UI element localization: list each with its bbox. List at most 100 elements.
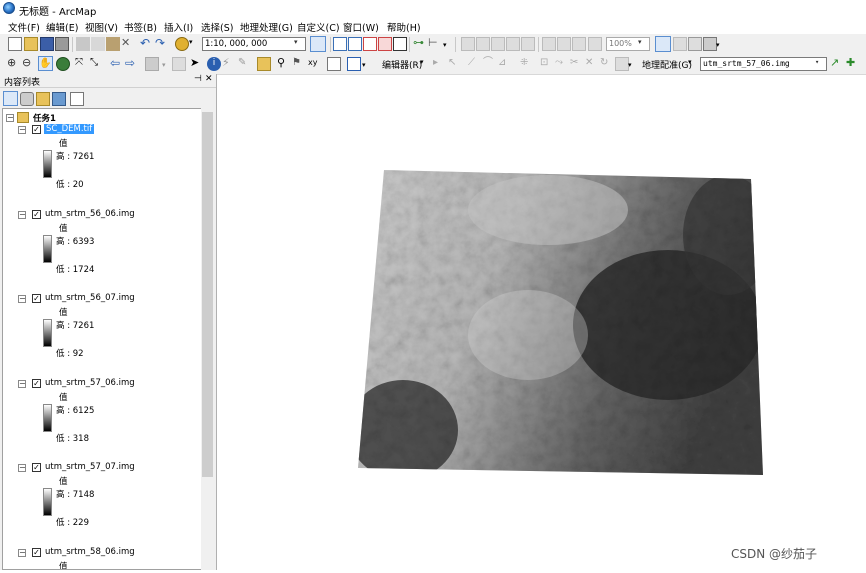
collapse-icon[interactable]: − — [18, 380, 26, 388]
layer-name[interactable]: SC_DEM.tif — [44, 124, 95, 134]
point-icon[interactable]: ⁜ — [520, 57, 534, 71]
layer-name[interactable]: utm_srtm_57_07.img — [45, 462, 135, 472]
layer-visibility-checkbox[interactable]: ✓ — [32, 294, 41, 303]
html-popup-icon[interactable]: ✎ — [238, 57, 252, 71]
collapse-icon[interactable]: − — [18, 295, 26, 303]
arctoolbox-icon[interactable] — [378, 37, 392, 51]
end-point-arc-icon[interactable]: ⌒ — [483, 57, 497, 71]
measure-icon[interactable]: ⊢ — [428, 37, 442, 51]
map-scale-combobox[interactable]: 1:10, 000, 000 ▾ — [202, 37, 306, 51]
scrollbar-thumb[interactable] — [202, 112, 213, 477]
collapse-icon[interactable]: − — [18, 549, 26, 557]
edit-vertices-icon[interactable]: ⊡ — [540, 57, 554, 71]
menu-selection[interactable]: 选择(S) — [201, 20, 233, 34]
collapse-icon[interactable]: − — [18, 211, 26, 219]
menu-insert[interactable]: 插入(I) — [164, 20, 193, 34]
cut-icon[interactable] — [76, 37, 90, 51]
toolbar-options-icon[interactable]: ▾ — [362, 61, 368, 75]
layer-name[interactable]: utm_srtm_58_06.img — [45, 547, 135, 557]
layer-visibility-checkbox[interactable]: ✓ — [32, 463, 41, 472]
data-driven-pages-icon[interactable] — [703, 37, 717, 51]
menu-bookmarks[interactable]: 书签(B) — [124, 20, 157, 34]
map-view[interactable] — [218, 75, 866, 570]
open-time-slider-icon[interactable] — [327, 57, 341, 71]
list-by-visibility-icon[interactable] — [36, 92, 50, 106]
hyperlink-icon[interactable]: ⚡ — [222, 57, 236, 71]
toolbar-options-icon[interactable]: ▾ — [628, 61, 634, 75]
open-folder-icon[interactable] — [24, 37, 38, 51]
menu-window[interactable]: 窗口(W) — [343, 20, 379, 34]
full-extent-globe-icon[interactable] — [56, 57, 70, 71]
change-layout-icon[interactable] — [688, 37, 702, 51]
pin-icon[interactable]: ⊣ — [194, 74, 202, 84]
layout-fixed-zoom-out-icon[interactable] — [542, 37, 556, 51]
layout-full-page-icon[interactable] — [506, 37, 520, 51]
editor-menu[interactable]: 编辑器(R) — [382, 58, 422, 71]
undo-icon[interactable]: ↶ — [140, 37, 154, 51]
redo-icon[interactable]: ↷ — [155, 37, 169, 51]
toc-scrollbar[interactable] — [201, 108, 215, 570]
chevron-down-icon[interactable]: ▾ — [162, 61, 168, 75]
georeferencing-layer-combobox[interactable]: utm_srtm_57_06.img ▾ — [700, 57, 827, 71]
layer-visibility-checkbox[interactable]: ✓ — [32, 548, 41, 557]
measure-ruler-icon[interactable] — [257, 57, 271, 71]
layout-pan-icon[interactable] — [491, 37, 505, 51]
layout-zoom-whole-icon[interactable] — [588, 37, 602, 51]
model-builder-icon[interactable]: ⊶ — [413, 37, 427, 51]
copy-icon[interactable] — [91, 37, 105, 51]
print-icon[interactable] — [55, 37, 69, 51]
layout-back-extent-icon[interactable] — [557, 37, 571, 51]
edit-annotation-icon[interactable]: ↖ — [448, 57, 462, 71]
straight-segment-icon[interactable]: ⟋ — [468, 57, 482, 71]
toolbar-options-icon[interactable]: ▾ — [716, 41, 722, 55]
search-window-icon[interactable] — [363, 37, 377, 51]
forward-extent-icon[interactable]: ⇨ — [125, 57, 139, 71]
layout-forward-extent-icon[interactable] — [572, 37, 586, 51]
clear-selection-icon[interactable] — [172, 57, 186, 71]
layer-visibility-checkbox[interactable]: ✓ — [32, 210, 41, 219]
layout-fixed-zoom-in-icon[interactable] — [521, 37, 535, 51]
find-route-icon[interactable]: ⚑ — [292, 57, 306, 71]
layer-name[interactable]: utm_srtm_56_07.img — [45, 293, 135, 303]
collapse-icon[interactable]: − — [18, 126, 26, 134]
save-icon[interactable] — [40, 37, 54, 51]
menu-edit[interactable]: 编辑(E) — [46, 20, 78, 34]
go-to-xy-icon[interactable]: xy — [308, 57, 322, 71]
pan-hand-icon[interactable]: ✋ — [38, 56, 53, 71]
python-window-icon[interactable] — [393, 37, 407, 51]
zoom-out-icon[interactable]: ⊖ — [22, 57, 36, 71]
rotate-georef-icon[interactable]: ↗ — [830, 57, 844, 71]
cut-polygons-icon[interactable]: ✂ — [570, 57, 584, 71]
georeferencing-menu[interactable]: 地理配准(G) — [642, 58, 692, 71]
edit-tool-icon[interactable]: ▸ — [433, 57, 447, 71]
new-document-icon[interactable] — [8, 37, 22, 51]
catalog-icon[interactable] — [348, 37, 362, 51]
delete-icon[interactable]: ✕ — [121, 37, 135, 52]
fixed-zoom-in-icon[interactable]: ⤧ — [75, 57, 89, 71]
toolbar-options-icon[interactable]: ▾ — [443, 41, 449, 55]
create-viewer-window-icon[interactable] — [347, 57, 361, 71]
toc-options-icon[interactable] — [70, 92, 84, 106]
add-data-dropdown-icon[interactable]: ▾ — [189, 38, 197, 52]
layout-zoom-out-icon[interactable] — [476, 37, 490, 51]
layer-name[interactable]: utm_srtm_57_06.img — [45, 378, 135, 388]
menu-help[interactable]: 帮助(H) — [387, 20, 421, 34]
rotate-icon[interactable]: ↻ — [600, 57, 614, 71]
collapse-icon[interactable]: − — [18, 464, 26, 472]
select-features-icon[interactable] — [145, 57, 159, 71]
menu-view[interactable]: 视图(V) — [85, 20, 118, 34]
list-by-selection-icon[interactable] — [52, 92, 66, 106]
layer-visibility-checkbox[interactable]: ✓ — [32, 379, 41, 388]
select-elements-arrow-icon[interactable]: ➤ — [190, 57, 204, 71]
trace-icon[interactable]: ⊿ — [498, 57, 512, 71]
back-extent-icon[interactable]: ⇦ — [110, 57, 124, 71]
list-by-source-icon[interactable] — [20, 92, 34, 106]
paste-icon[interactable] — [106, 37, 120, 51]
add-data-icon[interactable] — [175, 37, 189, 51]
menu-customize[interactable]: 自定义(C) — [297, 20, 340, 34]
add-control-points-icon[interactable]: ✚ — [846, 57, 860, 71]
find-binoculars-icon[interactable]: ⚲ — [277, 57, 291, 71]
data-frame-name[interactable]: 任务1 — [33, 112, 56, 124]
collapse-icon[interactable]: − — [6, 114, 14, 122]
close-icon[interactable]: ✕ — [205, 74, 213, 84]
